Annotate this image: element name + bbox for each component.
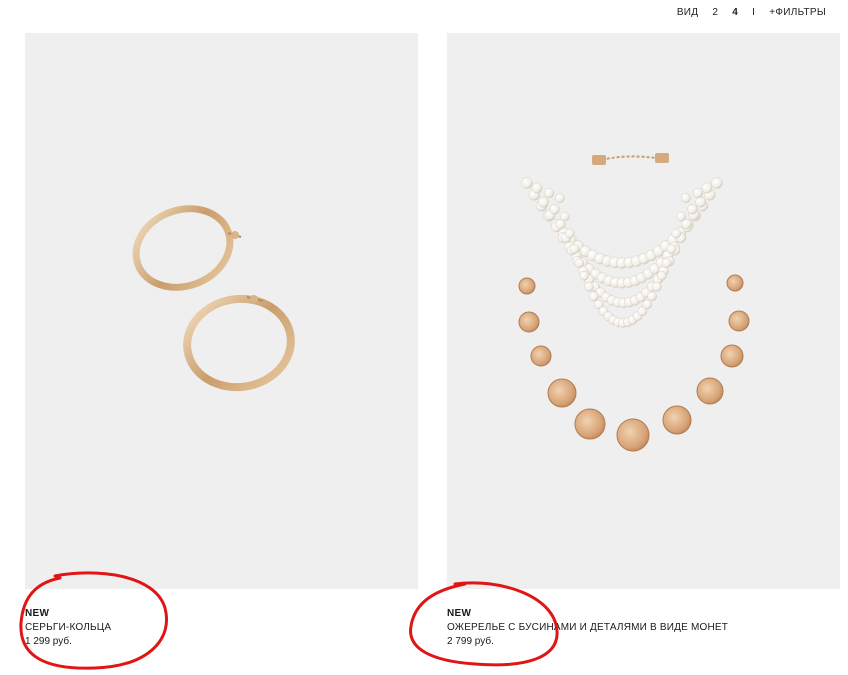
coin-pendant — [518, 277, 536, 295]
view-label: ВИД — [676, 7, 699, 18]
coin-pendant — [547, 378, 577, 408]
pearl-bead — [543, 187, 555, 199]
product-name[interactable]: СЕРЬГИ-КОЛЬЦА — [25, 621, 418, 635]
product-grid-page: ВИД 2 4 I +ФИЛЬТРЫ NEW СЕРЬГИ-КОЛЬЦА 1 2… — [0, 0, 848, 675]
pearl-bead — [687, 204, 698, 215]
coin-pendant — [696, 377, 724, 405]
view-controls: ВИД 2 4 I +ФИЛЬТРЫ — [677, 7, 826, 18]
product-info-necklace: NEW ОЖЕРЕЛЬЕ С БУСИНАМИ И ДЕТАЛЯМИ В ВИД… — [447, 607, 840, 649]
pearl-bead — [711, 177, 723, 189]
pearl-bead — [559, 211, 570, 222]
view-option-4[interactable]: 4 — [732, 7, 738, 18]
view-option-list[interactable]: I — [752, 7, 755, 18]
pearl-bead — [676, 211, 687, 222]
pearl-bead — [584, 281, 594, 292]
pearl-bead — [555, 193, 565, 203]
pearl-bead — [652, 281, 662, 292]
product-image-necklace[interactable] — [447, 33, 840, 589]
product-card-earrings[interactable]: NEW СЕРЬГИ-КОЛЬЦА 1 299 руб. — [25, 33, 418, 649]
pearl-bead — [656, 270, 667, 281]
new-badge: NEW — [25, 608, 50, 619]
pearl-bead — [549, 204, 560, 215]
pearl-bead — [531, 182, 543, 194]
pearl-bead — [642, 299, 653, 310]
coin-pendant — [726, 274, 744, 292]
pearl-bead — [589, 291, 599, 302]
coin-pendant — [662, 405, 692, 435]
view-option-2[interactable]: 2 — [712, 7, 718, 18]
pearl-bead — [538, 196, 549, 208]
coin-pendant — [518, 311, 540, 333]
pearl-bead — [671, 228, 682, 239]
product-name[interactable]: ОЖЕРЕЛЬЕ С БУСИНАМИ И ДЕТАЛЯМИ В ВИДЕ МО… — [447, 621, 840, 635]
coin-pendant — [530, 345, 552, 367]
pearl-bead — [647, 291, 657, 302]
pearl-bead — [666, 244, 677, 254]
product-image-earrings[interactable] — [25, 33, 418, 589]
pearl-bead — [701, 182, 713, 194]
coin-pendant — [720, 344, 744, 368]
pearl-bead — [681, 193, 691, 203]
pearl-coin-necklace-image — [518, 153, 750, 452]
coin-pendant — [574, 408, 606, 440]
coin-pendant — [616, 418, 650, 452]
product-price: 2 799 руб. — [447, 636, 494, 647]
new-badge: NEW — [447, 608, 472, 619]
product-price: 1 299 руб. — [25, 636, 72, 647]
product-card-necklace[interactable]: NEW ОЖЕРЕЛЬЕ С БУСИНАМИ И ДЕТАЛЯМИ В ВИД… — [447, 33, 840, 649]
pearl-bead — [569, 244, 580, 254]
pearl-bead — [574, 258, 585, 268]
pearl-bead — [521, 177, 533, 189]
product-info-earrings: NEW СЕРЬГИ-КОЛЬЦА 1 299 руб. — [25, 607, 418, 649]
filters-button[interactable]: +ФИЛЬТРЫ — [769, 7, 826, 18]
pearl-bead — [579, 270, 590, 281]
coin-pendant — [728, 310, 750, 332]
pearl-bead — [661, 258, 672, 268]
pearl-bead — [695, 196, 706, 208]
hoop-earrings-image — [132, 205, 295, 392]
pearl-bead — [564, 228, 575, 239]
pearl-bead — [692, 187, 704, 199]
